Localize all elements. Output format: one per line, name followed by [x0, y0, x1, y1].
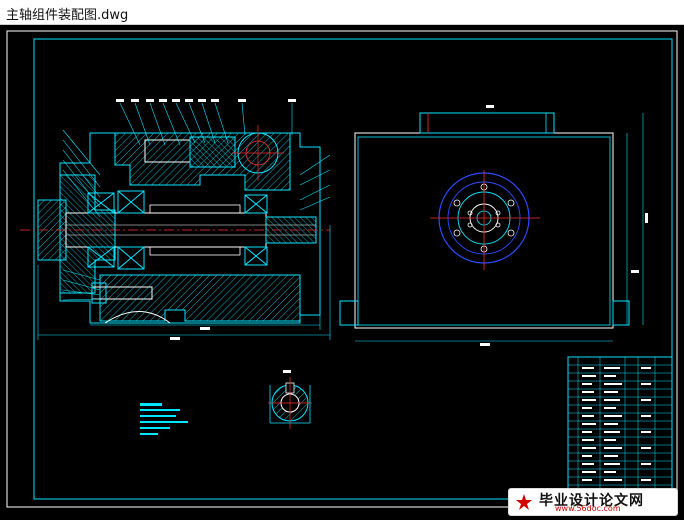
- title-block-bom: [567, 356, 673, 500]
- red-star-logo-icon: [516, 494, 532, 510]
- spindle-top-view: [339, 105, 648, 346]
- technical-notes: [140, 403, 188, 435]
- watermark-banner: 毕业设计论文网 www.56doc.com: [508, 488, 678, 516]
- window-titlebar: 主轴组件装配图.dwg: [0, 0, 684, 25]
- watermark-url: www.56doc.com: [555, 504, 621, 513]
- cad-drawing-canvas[interactable]: 毕业设计论文网 www.56doc.com: [0, 25, 684, 520]
- window-title: 主轴组件装配图.dwg: [6, 8, 129, 23]
- section-detail-view: [268, 370, 312, 429]
- outer-frame: [6, 30, 678, 508]
- drawing-svg: [6, 30, 678, 508]
- spindle-section-view: [20, 99, 331, 340]
